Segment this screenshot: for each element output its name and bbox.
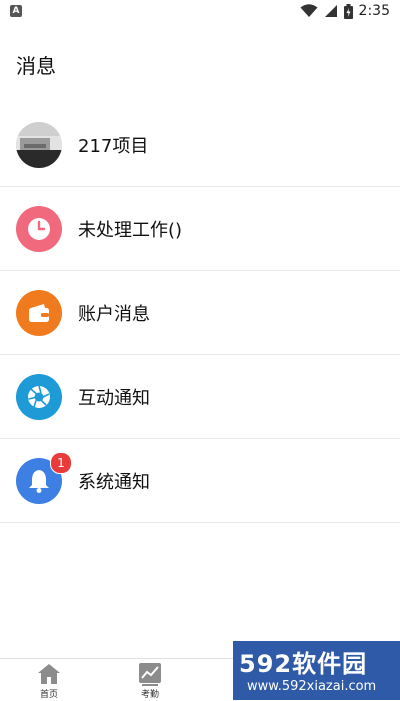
watermark-url: www.592xiazai.com	[247, 679, 377, 694]
status-time: 2:35	[358, 3, 390, 19]
tab-label: 考勤	[140, 690, 159, 700]
avatar-wrap	[16, 121, 62, 168]
wifi-icon	[300, 4, 318, 17]
message-item-account[interactable]: 账户消息	[0, 271, 400, 355]
wallet-avatar	[16, 289, 62, 336]
battery-icon	[343, 3, 353, 19]
wallet-icon	[29, 303, 49, 322]
tab-label: 首页	[39, 690, 58, 700]
aperture-icon	[28, 385, 50, 408]
message-label: 账户消息	[78, 303, 150, 325]
message-label: 未处理工作()	[78, 219, 183, 241]
avatar-wrap: 1	[16, 451, 72, 504]
aperture-avatar	[16, 373, 62, 420]
watermark-logo: 592软件园	[239, 650, 368, 678]
message-label: 系统通知	[78, 471, 150, 493]
message-item-system[interactable]: 1 系统通知	[0, 439, 400, 523]
avatar-wrap	[16, 289, 62, 336]
message-item-project[interactable]: 217项目	[0, 103, 400, 187]
site-watermark: 592软件园 www.592xiazai.com	[233, 641, 400, 700]
project-photo-icon	[16, 121, 62, 168]
page-title: 消息	[16, 54, 56, 78]
status-bar: A 2:35	[0, 0, 400, 24]
home-icon	[38, 664, 60, 684]
signal-icon	[324, 5, 337, 17]
attendance-chart-icon	[139, 663, 161, 686]
message-label: 互动通知	[78, 387, 150, 409]
message-item-interaction[interactable]: 互动通知	[0, 355, 400, 439]
bell-icon	[29, 469, 49, 493]
avatar-wrap	[16, 373, 62, 420]
status-right-group: 2:35	[300, 3, 390, 19]
message-item-pending-work[interactable]: 未处理工作()	[0, 187, 400, 271]
tab-attendance[interactable]: 考勤	[120, 659, 180, 701]
avatar-wrap	[16, 205, 62, 252]
message-list: 217项目 未处理工作() 账户消息 互动通知 1 系统通知	[0, 103, 400, 523]
message-label: 217项目	[78, 135, 149, 157]
project-photo-avatar	[16, 121, 62, 168]
notification-a-icon: A	[10, 5, 22, 17]
unread-badge: 1	[50, 451, 72, 474]
clock-avatar	[16, 205, 62, 252]
tab-home[interactable]: 首页	[19, 659, 79, 701]
clock-icon	[28, 217, 50, 240]
